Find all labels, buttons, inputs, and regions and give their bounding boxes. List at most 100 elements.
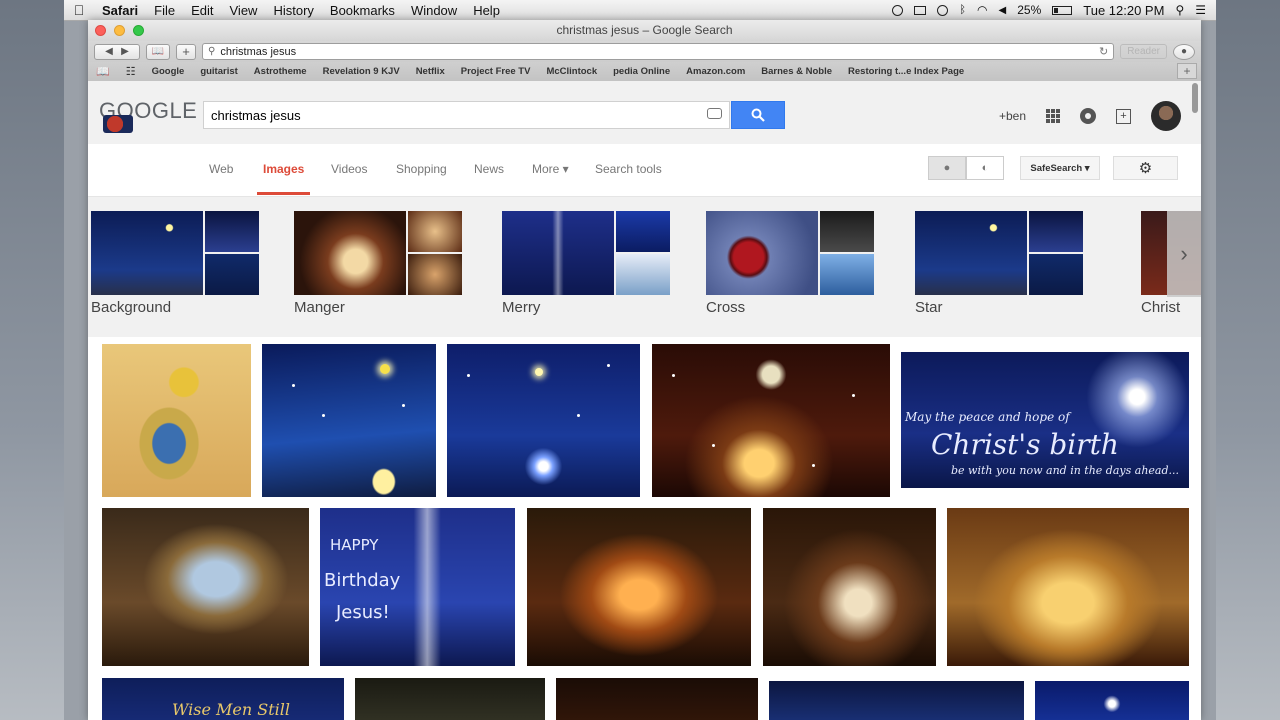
- search-input[interactable]: christmas jesus: [203, 101, 730, 129]
- back-forward-button[interactable]: ◀ ▶: [94, 43, 140, 60]
- notifications-icon[interactable]: [1080, 108, 1096, 124]
- result-image[interactable]: [262, 344, 436, 497]
- favorite-link[interactable]: Project Free TV: [461, 66, 531, 77]
- menu-file[interactable]: File: [146, 3, 183, 18]
- result-image[interactable]: [556, 678, 758, 720]
- safesearch-dropdown[interactable]: SafeSearch ▾: [1020, 156, 1100, 180]
- menu-help[interactable]: Help: [465, 3, 508, 18]
- address-bar[interactable]: ⚲ christmas jesus ↻: [202, 43, 1115, 60]
- tab-more[interactable]: More ▾: [532, 162, 569, 176]
- search-button[interactable]: [731, 101, 785, 129]
- favorite-link[interactable]: Google: [152, 66, 185, 77]
- reload-icon[interactable]: ↻: [1099, 45, 1108, 58]
- related-item-merry[interactable]: Merry: [502, 211, 670, 316]
- volume-icon[interactable]: ◀: [999, 5, 1007, 16]
- search-icon: ⚲: [208, 46, 216, 57]
- greeting-line-2: Christ's birth: [931, 428, 1119, 461]
- hb-line-2: Birthday: [324, 570, 401, 591]
- greeting-line-1: May the peace and hope of: [905, 410, 1070, 424]
- zoom-window-button[interactable]: [133, 25, 144, 36]
- close-window-button[interactable]: [95, 25, 106, 36]
- top-sites-icon[interactable]: ☷: [126, 65, 136, 78]
- window-title: christmas jesus – Google Search: [556, 23, 733, 37]
- desktop-right: [1216, 0, 1280, 720]
- reading-list-icon[interactable]: 📖: [96, 65, 110, 78]
- favorite-link[interactable]: Amazon.com: [686, 66, 745, 77]
- favorite-link[interactable]: pedia Online: [613, 66, 670, 77]
- globe-filter-icon[interactable]: ◐: [966, 156, 1004, 180]
- favorite-link[interactable]: Barnes & Noble: [761, 66, 832, 77]
- related-label: Background: [91, 299, 172, 316]
- result-image[interactable]: [947, 508, 1189, 666]
- tab-shopping[interactable]: Shopping: [396, 162, 447, 176]
- spotlight-search-icon[interactable]: ⚲: [1175, 3, 1184, 17]
- related-label: Cross: [706, 299, 746, 316]
- bluetooth-icon[interactable]: ᛒ: [959, 4, 966, 16]
- tab-videos[interactable]: Videos: [331, 162, 367, 176]
- favorite-link[interactable]: Astrotheme: [254, 66, 307, 77]
- result-image[interactable]: HAPPY Birthday Jesus!: [320, 508, 515, 666]
- new-tab-button[interactable]: +: [176, 43, 196, 60]
- wifi-icon[interactable]: ◠: [977, 3, 987, 17]
- page-scrollbar[interactable]: [1192, 83, 1198, 113]
- related-label: Merry: [502, 299, 541, 316]
- result-image[interactable]: [1035, 681, 1189, 720]
- menu-safari[interactable]: Safari: [94, 3, 146, 18]
- battery-percent: 25%: [1017, 3, 1042, 17]
- airplay-icon[interactable]: [914, 5, 927, 15]
- related-label: Manger: [294, 299, 345, 316]
- clock[interactable]: Tue 12:20 PM: [1083, 3, 1164, 18]
- battery-icon[interactable]: [1052, 5, 1073, 15]
- result-image[interactable]: [652, 344, 890, 497]
- menu-bookmarks[interactable]: Bookmarks: [322, 3, 403, 18]
- minimize-window-button[interactable]: [114, 25, 125, 36]
- share-button[interactable]: ●: [1173, 43, 1195, 60]
- result-image[interactable]: [527, 508, 751, 666]
- result-image[interactable]: [763, 508, 936, 666]
- favorites-bar: 📖 ☷ Google guitarist Astrotheme Revelati…: [88, 62, 1201, 82]
- result-image[interactable]: [355, 678, 545, 720]
- gear-icon[interactable]: ⚙: [1113, 156, 1178, 180]
- bookmarks-icon[interactable]: 📖: [146, 43, 170, 60]
- favorite-link[interactable]: Revelation 9 KJV: [323, 66, 400, 77]
- tab-images[interactable]: Images: [256, 162, 311, 195]
- tab-web[interactable]: Web: [209, 162, 233, 176]
- tab-news[interactable]: News: [474, 162, 504, 176]
- related-item-cross[interactable]: Cross: [706, 211, 874, 316]
- time-machine-icon[interactable]: [937, 4, 949, 16]
- related-item-background[interactable]: Background: [91, 211, 259, 316]
- related-item-star[interactable]: Star: [915, 211, 1083, 316]
- menu-view[interactable]: View: [222, 3, 266, 18]
- related-searches: Background Manger Merry Cross Star Chris…: [88, 197, 1201, 337]
- tab-search-tools[interactable]: Search tools: [595, 162, 662, 176]
- notification-center-icon[interactable]: ☰: [1195, 3, 1206, 17]
- address-text: christmas jesus: [220, 45, 297, 58]
- favorite-link[interactable]: McClintock: [546, 66, 597, 77]
- apps-grid-icon[interactable]: [1046, 109, 1060, 123]
- chevron-right-icon[interactable]: ›: [1167, 211, 1201, 297]
- favorite-link[interactable]: guitarist: [200, 66, 237, 77]
- add-tab-icon[interactable]: +: [1177, 63, 1197, 79]
- share-plus-icon[interactable]: +: [1116, 108, 1131, 124]
- avatar[interactable]: [1151, 101, 1181, 131]
- menu-edit[interactable]: Edit: [183, 3, 221, 18]
- result-image[interactable]: [447, 344, 640, 497]
- result-image[interactable]: Wise Men Still: [102, 678, 344, 720]
- related-thumb: [915, 211, 1027, 295]
- camera-icon[interactable]: [707, 108, 722, 119]
- related-item-manger[interactable]: Manger: [294, 211, 462, 316]
- result-image[interactable]: [769, 681, 1024, 720]
- result-image[interactable]: [102, 344, 251, 497]
- menu-window[interactable]: Window: [403, 3, 465, 18]
- user-link[interactable]: +ben: [999, 109, 1026, 123]
- record-icon[interactable]: [892, 4, 904, 16]
- favorite-link[interactable]: Netflix: [416, 66, 445, 77]
- result-image[interactable]: May the peace and hope of Christ's birth…: [901, 352, 1189, 488]
- reader-button[interactable]: Reader: [1120, 44, 1167, 59]
- menu-history[interactable]: History: [265, 3, 321, 18]
- result-image[interactable]: [102, 508, 309, 666]
- google-page: GOOGLE christmas jesus +ben + Web Images…: [88, 81, 1201, 720]
- apple-menu-icon[interactable]: : [64, 2, 94, 18]
- person-filter-icon[interactable]: ●: [928, 156, 966, 180]
- favorite-link[interactable]: Restoring t...e Index Page: [848, 66, 964, 77]
